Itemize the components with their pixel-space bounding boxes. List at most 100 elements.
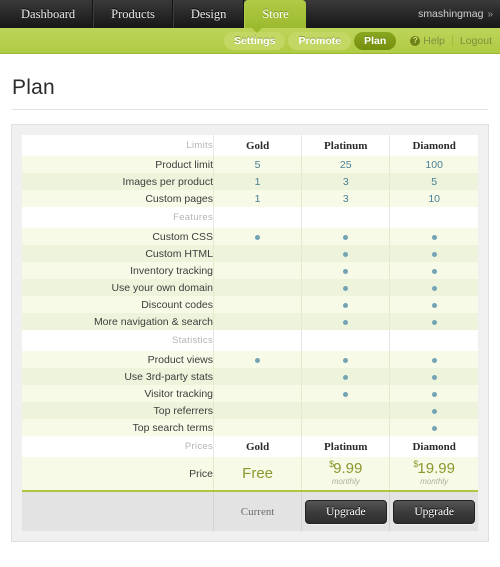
table-row: Custom HTML: [22, 245, 478, 262]
limit-value: 100: [389, 156, 478, 173]
feature-excluded-cell: [213, 262, 302, 279]
table-row: Images per product 1 3 5: [22, 173, 478, 190]
feature-included-dot: [301, 368, 390, 385]
bullet-dot-icon: [343, 234, 349, 240]
utility-links: ? Help Logout: [410, 35, 492, 47]
pill-promote[interactable]: Promote: [288, 31, 352, 50]
nav-tab-store[interactable]: Store: [244, 0, 306, 28]
price-free: Free: [213, 457, 302, 491]
feature-included-dot: [389, 385, 478, 402]
nav-tab-label: Dashboard: [21, 6, 76, 21]
feature-excluded-cell: [301, 402, 390, 419]
account-menu[interactable]: smashingmag »: [418, 0, 500, 28]
feature-excluded-cell: [213, 368, 302, 385]
pill-plan[interactable]: Plan: [354, 31, 397, 50]
feature-excluded-cell: [213, 279, 302, 296]
bullet-dot-icon: [431, 234, 437, 240]
feature-label: Use 3rd-party stats: [22, 368, 214, 385]
upgrade-button[interactable]: Upgrade: [393, 499, 475, 524]
feature-excluded-cell: [213, 419, 302, 436]
main-nav-tabs: Dashboard Products Design Store: [4, 0, 306, 28]
feature-label: Top referrers: [22, 402, 214, 419]
bullet-dot-icon: [343, 268, 349, 274]
price-number: 9.99: [333, 460, 363, 478]
divider: [451, 35, 453, 46]
price-number: 19.99: [417, 460, 455, 478]
feature-included-dot: [389, 368, 478, 385]
plan-header-empty: [389, 330, 478, 351]
table-row: Top search terms: [22, 419, 478, 436]
nav-tab-label: Products: [111, 6, 155, 21]
logout-link[interactable]: Logout: [460, 35, 492, 47]
feature-excluded-cell: [213, 296, 302, 313]
plan-header-diamond: Diamond: [389, 135, 478, 156]
bullet-dot-icon: [431, 302, 437, 308]
bullet-dot-icon: [343, 251, 349, 257]
nav-tab-products[interactable]: Products: [93, 0, 173, 28]
sub-navigation-bar: Settings Promote Plan ? Help Logout: [0, 27, 500, 54]
plan-header-empty: [213, 207, 302, 228]
table-row: Use your own domain: [22, 279, 478, 296]
feature-label: Images per product: [22, 173, 214, 190]
bullet-dot-icon: [431, 391, 437, 397]
price-row: Price Free $9.99 monthly $19.99 monthly: [22, 457, 478, 491]
store-section-pills: Settings Promote Plan: [224, 31, 397, 50]
table-row: Custom pages 1 3 10: [22, 190, 478, 207]
bullet-dot-icon: [431, 268, 437, 274]
upgrade-cell: Upgrade: [301, 490, 390, 531]
chevron-right-icon: »: [487, 8, 492, 20]
bullet-dot-icon: [431, 408, 437, 414]
bullet-dot-icon: [343, 391, 349, 397]
feature-included-dot: [301, 313, 390, 330]
bullet-dot-icon: [343, 302, 349, 308]
bullet-dot-icon: [431, 374, 437, 380]
limit-value: 5: [213, 156, 302, 173]
upgrade-button[interactable]: Upgrade: [304, 499, 387, 524]
plan-header-empty: [301, 207, 390, 228]
feature-label: Discount codes: [22, 296, 214, 313]
limit-value: 1: [213, 190, 302, 207]
feature-label: Product views: [22, 351, 214, 368]
feature-included-dot: [301, 296, 390, 313]
feature-included-dot: [301, 245, 390, 262]
feature-label: Custom CSS: [22, 228, 214, 245]
page-header: Plan: [0, 54, 500, 110]
feature-included-dot: [389, 402, 478, 419]
price-amount: $9.99 monthly: [301, 457, 390, 491]
limit-value: 10: [389, 190, 478, 207]
feature-label: Top search terms: [22, 419, 214, 436]
feature-included-dot: [213, 228, 302, 245]
page-title: Plan: [12, 76, 55, 99]
plan-action-row: Current Upgrade Upgrade: [22, 490, 478, 531]
pill-label: Plan: [364, 34, 387, 47]
pill-settings[interactable]: Settings: [224, 31, 286, 50]
bullet-dot-icon: [255, 234, 261, 240]
feature-excluded-cell: [213, 245, 302, 262]
action-row-spacer: [22, 490, 214, 531]
pill-label: Settings: [234, 34, 276, 47]
billing-period: monthly: [331, 476, 360, 486]
section-header-row-limits: Limits Gold Platinum Diamond: [22, 135, 478, 156]
plan-comparison-table: Limits Gold Platinum Diamond Product limit 5 2…: [22, 135, 478, 531]
help-question-icon: ?: [410, 35, 421, 46]
limit-value: 1: [213, 173, 302, 190]
plan-header-gold: Gold: [213, 436, 302, 457]
bullet-dot-icon: [431, 319, 437, 325]
feature-included-dot: [301, 351, 390, 368]
nav-tab-design[interactable]: Design: [172, 0, 245, 28]
price-free-text: Free: [242, 465, 274, 482]
help-label: Help: [423, 34, 445, 47]
section-title: Prices: [22, 436, 214, 457]
top-navigation-bar: Dashboard Products Design Store smashing…: [0, 0, 500, 28]
help-link[interactable]: ? Help: [410, 35, 445, 47]
plan-header-empty: [213, 330, 302, 351]
feature-included-dot: [389, 262, 478, 279]
plan-header-gold: Gold: [213, 135, 302, 156]
nav-tab-dashboard[interactable]: Dashboard: [4, 0, 94, 28]
price-amount: $19.99 monthly: [389, 457, 478, 491]
plan-header-platinum: Platinum: [301, 135, 390, 156]
bullet-dot-icon: [431, 251, 437, 257]
price-value: $19.99: [390, 459, 478, 478]
feature-included-dot: [301, 279, 390, 296]
bullet-dot-icon: [343, 319, 349, 325]
